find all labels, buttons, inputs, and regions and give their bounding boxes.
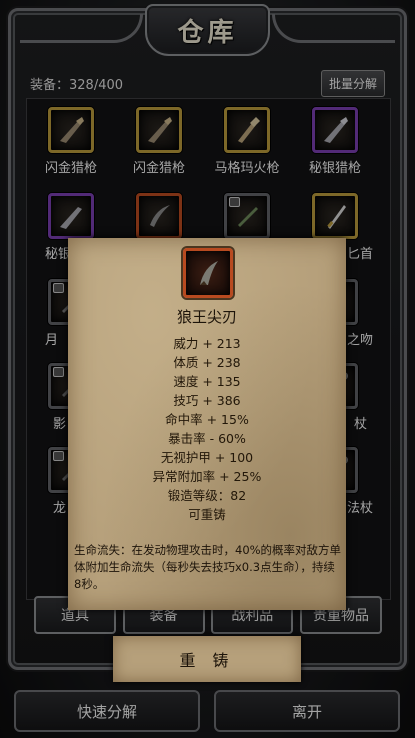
stat-line: 命中率 + 15% [165,412,249,427]
tooltip-stats: 威力 + 213 体质 + 238 速度 + 135 技巧 + 386 命中率 … [68,334,346,524]
stat-line: 体质 + 238 [173,355,241,370]
stat-line: 暴击率 - 60% [168,431,246,446]
stat-line: 锻造等级：82 [167,488,247,503]
stat-line: 可重铸 [188,507,226,522]
warehouse-screen: 仓库 装备：328/400 批量分解 闪金猎枪 闪金猎枪 马格玛火枪 秘银猎枪 … [0,0,415,738]
stat-line: 威力 + 213 [173,336,241,351]
stat-line: 异常附加率 + 25% [152,469,262,484]
stat-line: 技巧 + 386 [173,393,241,408]
stat-line: 无视护甲 + 100 [160,450,254,465]
tooltip-item-slot [183,248,233,298]
stat-line: 速度 + 135 [173,374,241,389]
item-tooltip: 狼王尖刃 威力 + 213 体质 + 238 速度 + 135 技巧 + 386… [68,238,346,610]
reforge-button[interactable]: 重 铸 [113,636,301,682]
tooltip-description: 生命流失：在发动物理攻击时，40%的概率对敌方单体附加生命流失（每秒失去技巧x0… [74,543,342,591]
blade-icon [200,261,218,285]
tooltip-item-name: 狼王尖刃 [176,308,237,326]
